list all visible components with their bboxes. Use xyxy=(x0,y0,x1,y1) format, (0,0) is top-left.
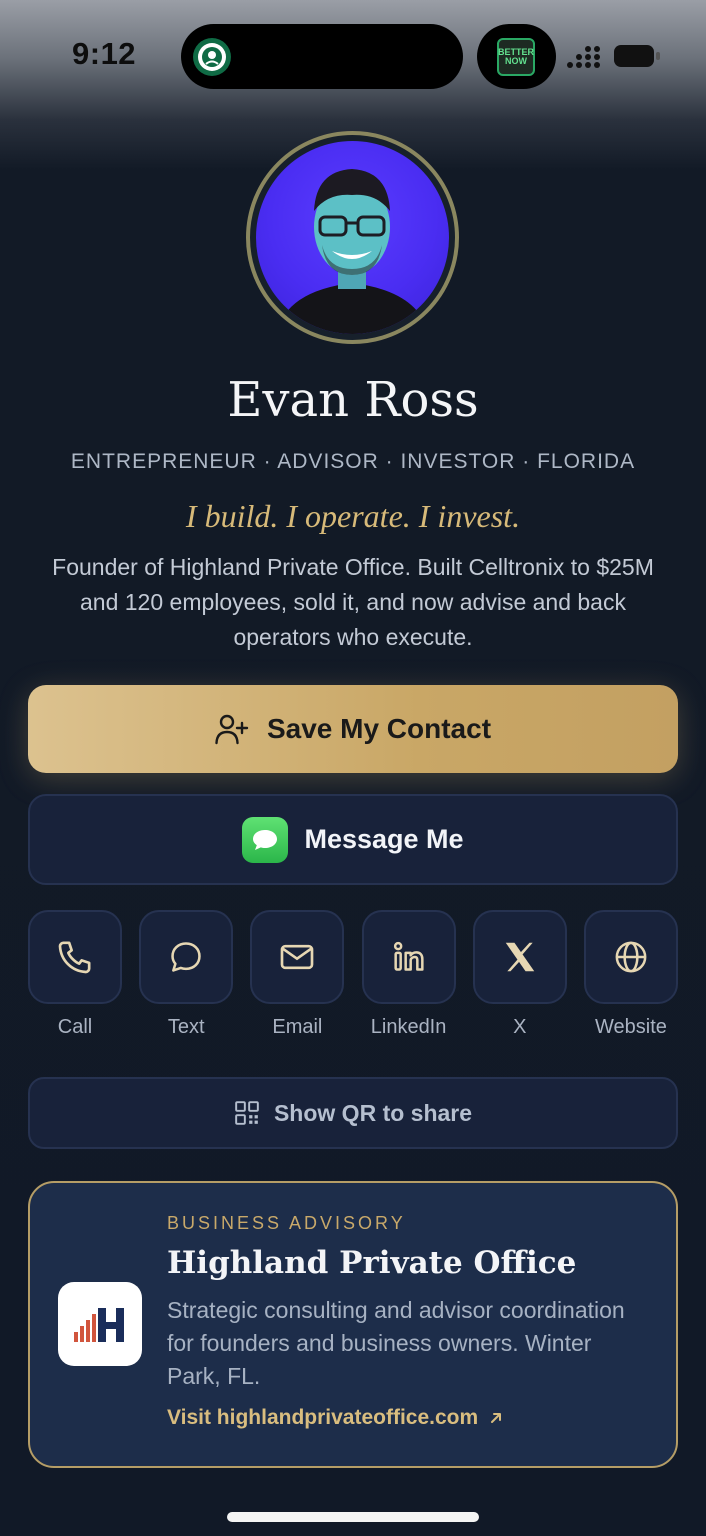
starbucks-app-icon xyxy=(193,38,231,76)
chat-bubble-icon xyxy=(171,942,201,972)
messages-app-icon xyxy=(242,816,289,863)
message-me-label: Message Me xyxy=(304,824,464,854)
arrow-up-right-icon xyxy=(491,1413,502,1423)
show-qr-button[interactable]: Show QR to share xyxy=(28,1077,678,1149)
text-action[interactable]: Text xyxy=(139,910,234,1050)
x-label: X xyxy=(513,1016,527,1038)
profile-bio: Founder of Highland Private Office. Buil… xyxy=(52,554,654,650)
text-label: Text xyxy=(167,1016,205,1038)
mail-icon xyxy=(281,944,314,970)
website-action[interactable]: Website xyxy=(583,910,678,1050)
phone-icon xyxy=(58,941,91,974)
globe-icon xyxy=(615,941,647,973)
status-time: 9:12 xyxy=(72,36,137,71)
business-description: Strategic consulting and advisor coordin… xyxy=(167,1297,625,1389)
profile-name: Evan Ross xyxy=(227,372,479,428)
linkedin-icon xyxy=(393,941,424,971)
profile-tagline: ENTREPRENEUR · ADVISOR · INVESTOR · FLOR… xyxy=(70,450,636,473)
save-contact-label: Save My Contact xyxy=(266,713,492,744)
profile-avatar xyxy=(246,131,459,344)
better-now-app-icon: BETTER NOW xyxy=(497,38,535,76)
add-person-icon xyxy=(215,714,249,745)
business-link-label: Visit highlandprivateoffice.com xyxy=(167,1406,479,1429)
home-indicator[interactable] xyxy=(227,1512,479,1522)
x-action[interactable]: X xyxy=(472,910,567,1050)
linkedin-label: LinkedIn xyxy=(370,1016,447,1038)
avatar-photo xyxy=(256,141,449,334)
email-action[interactable]: Email xyxy=(250,910,345,1050)
message-me-button[interactable]: Message Me xyxy=(28,794,678,885)
linkedin-action[interactable]: LinkedIn xyxy=(361,910,456,1050)
business-title: Highland Private Office xyxy=(167,1245,577,1281)
website-label: Website xyxy=(594,1016,667,1038)
call-label: Call xyxy=(57,1016,93,1038)
business-kicker: BUSINESS ADVISORY xyxy=(167,1213,406,1233)
save-contact-button[interactable]: Save My Contact xyxy=(28,685,678,773)
call-action[interactable]: Call xyxy=(28,910,122,1050)
qr-code-icon xyxy=(235,1101,259,1125)
email-label: Email xyxy=(272,1016,323,1038)
cell-signal-icon xyxy=(567,46,600,68)
profile-motto: I build. I operate. I invest. xyxy=(185,498,521,534)
highland-logo xyxy=(58,1282,142,1366)
show-qr-label: Show QR to share xyxy=(273,1099,473,1126)
business-website-link[interactable]: Visit highlandprivateoffice.com xyxy=(167,1406,504,1430)
battery-icon xyxy=(614,45,660,67)
x-logo-icon xyxy=(505,942,534,972)
quick-actions-row: Call Text Email LinkedIn X Website xyxy=(28,910,678,1050)
